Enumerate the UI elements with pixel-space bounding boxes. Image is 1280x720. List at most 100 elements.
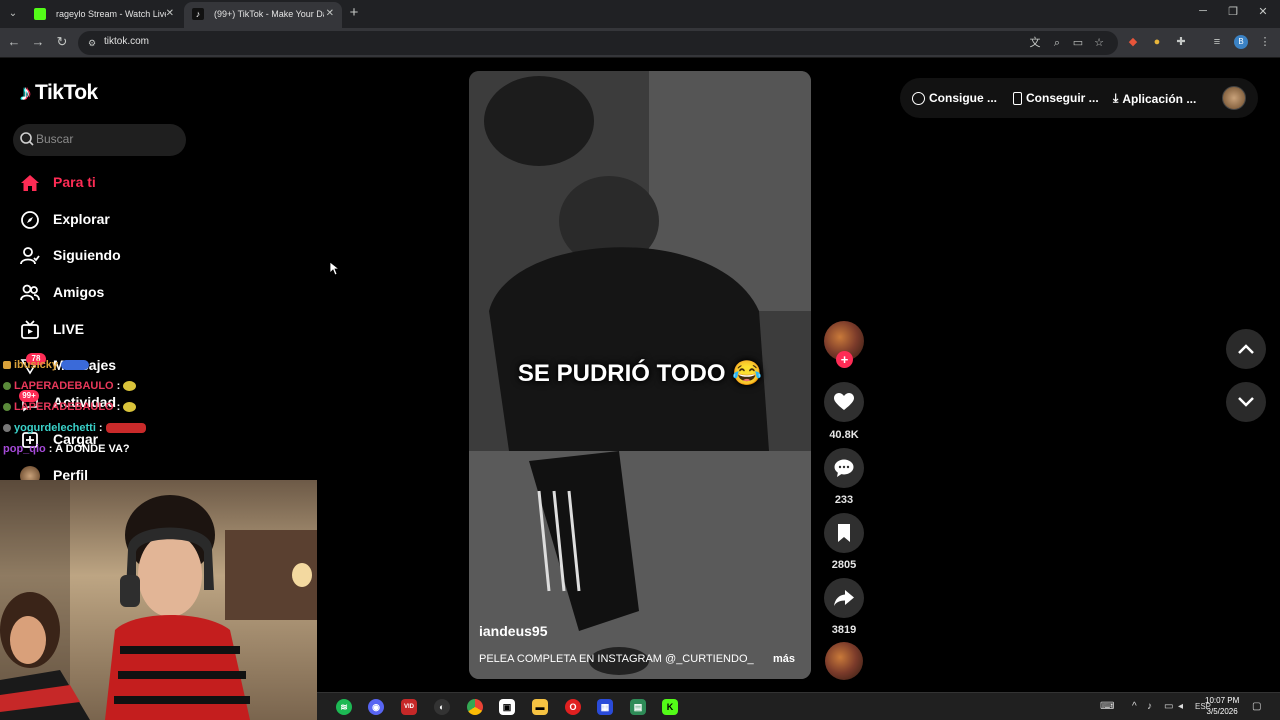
notification-icon[interactable]: ▢ [1252,701,1261,712]
new-tab-button[interactable]: + [347,4,361,21]
chat-user: pop_qio [3,443,46,455]
reload-icon[interactable]: ↻ [54,34,70,50]
bookmark-icon [838,524,850,542]
heart-icon [834,393,854,410]
webcam-scene [0,480,317,720]
save-button[interactable] [824,513,864,553]
clock-date: 3/5/2026 [1206,707,1238,716]
windows-taskbar: ≋ ◉ VID ◐ ▣ ▬ O ▦ ▤ K ⌨ ^ ♪ ▭ ◂ ESP ▢ [317,692,1280,720]
cast-icon[interactable]: ▭ [1071,36,1085,50]
video-player[interactable]: SE PUDRIÓ TODO 😂 iandeus95 PELEA COMPLET… [469,71,811,679]
obs-icon[interactable]: ◐ [434,699,450,715]
network-icon[interactable]: ▭ [1164,701,1173,712]
emote-icon [61,360,90,370]
chrome-icon[interactable] [467,699,483,715]
follow-button[interactable]: + [836,351,853,368]
zoom-icon[interactable]: ⌕ [1050,36,1064,50]
header-link-label: Aplicación ... [1122,91,1197,106]
tiktok-note-icon: ♪ [20,80,31,105]
nav-item-live[interactable]: LIVE [20,318,84,342]
comment-button[interactable] [824,448,864,488]
following-icon [20,246,40,266]
site-info-icon[interactable]: ⚙ [86,37,98,49]
share-button[interactable] [824,578,864,618]
chevron-up-icon [1238,344,1254,354]
chat-message: yogurdelechetti : [3,422,146,434]
app-blue-icon[interactable]: ▦ [597,699,613,715]
share-icon [834,590,854,606]
url-text[interactable]: tiktok.com [104,36,149,47]
home-icon [20,173,40,193]
browser-menu-icon[interactable]: ⋮ [1258,35,1272,49]
search-bar[interactable]: Buscar [13,124,186,156]
terminal-icon[interactable]: ▣ [499,699,515,715]
logo-text: TikTok [35,81,98,104]
forward-icon[interactable]: → [30,34,46,50]
volume-icon[interactable]: ♪ [1147,701,1152,712]
chat-text: : [116,401,121,413]
nav-label: Amigos [53,284,105,300]
nav-item-explorar[interactable]: Explorar [20,208,110,232]
share-count: 3819 [831,624,857,636]
extensions-puzzle-icon[interactable]: ✚ [1174,35,1188,49]
user-avatar[interactable] [1222,86,1246,110]
browser-toolbar: ← → ↻ ⚙ tiktok.com 文 ⌕ ▭ ☆ ◆ ● ✚ ≡ ⋮ [0,28,1280,58]
download-app-link[interactable]: ⤓ Aplicación ... [1113,91,1196,106]
chat-message: LAPERADEBAULO : [3,401,137,413]
get-coins-link[interactable]: Consigue ... [912,91,997,105]
tab-title: rageylo Stream - Watch Live on [56,9,166,19]
tray-expand-icon[interactable]: ^ [1132,701,1137,712]
chat-user: LAPERADEBAULO [14,380,114,392]
bookmark-star-icon[interactable]: ☆ [1092,36,1106,50]
video-author[interactable]: iandeus95 [479,623,547,639]
keyboard-icon[interactable]: ⌨ [1100,701,1114,712]
media-controls-icon[interactable]: ≡ [1210,35,1224,49]
previous-video-button[interactable] [1226,329,1266,369]
live-icon [20,320,40,340]
tiktok-favicon-icon: ♪ [192,8,204,20]
discord-icon[interactable]: ◉ [368,699,384,715]
nav-label: LIVE [53,321,85,337]
like-count: 40.8K [829,429,859,441]
chevron-down-icon [1238,397,1254,407]
opera-icon[interactable]: O [565,699,581,715]
close-window-icon[interactable]: ✕ [1256,5,1270,18]
restore-icon[interactable]: ❐ [1226,5,1240,18]
kick-icon[interactable]: K [662,699,678,715]
file-explorer-icon[interactable]: ▬ [532,699,548,715]
chat-message: LAPERADEBAULO : [3,380,137,392]
app-green-icon[interactable]: ▤ [630,699,646,715]
nav-label: Explorar [53,211,110,227]
tab-kick[interactable]: rageylo Stream - Watch Live on ✕ [26,2,182,28]
browser-profile-avatar[interactable]: B [1234,35,1248,49]
tab-close-icon[interactable]: ✕ [326,2,334,26]
nav-item-para-ti[interactable]: Para ti [20,171,96,195]
more-link[interactable]: más [773,653,795,665]
address-bar[interactable]: ⚙ tiktok.com 文 ⌕ ▭ ☆ [78,31,1118,55]
next-video-button[interactable] [1226,382,1266,422]
get-app-link[interactable]: Conseguir ... [1013,91,1099,105]
chat-user: LAPERADEBAULO [14,401,114,413]
tab-tiktok[interactable]: ♪ (99+) TikTok - Make Your Day ✕ [184,2,342,28]
chat-user: ibusicky [14,359,59,371]
tiktok-logo[interactable]: ♪ TikTok [20,80,98,106]
streamer-webcam [0,480,317,720]
extension-fox-icon[interactable]: ◆ [1126,35,1140,49]
taskbar-clock[interactable]: 10:07 PM 3/5/2026 [1205,695,1239,717]
spotify-icon[interactable]: ≋ [336,699,352,715]
badge-icon [3,361,11,369]
search-input[interactable]: Buscar [36,132,73,146]
badge-icon [3,403,11,411]
extension-color-icon[interactable]: ● [1150,35,1164,49]
video-editor-icon[interactable]: VID [401,699,417,715]
nav-item-siguiendo[interactable]: Siguiendo [20,244,121,268]
nav-item-amigos[interactable]: Amigos [20,281,104,305]
tab-close-icon[interactable]: ✕ [166,2,174,26]
translate-icon[interactable]: 文 [1028,36,1042,50]
tab-search-button[interactable]: ⌄ [4,5,22,23]
like-button[interactable] [824,382,864,422]
back-icon[interactable]: ← [6,34,22,50]
minimize-icon[interactable]: ─ [1196,5,1210,17]
sound-icon[interactable]: ◂ [1178,701,1183,712]
sound-disc-avatar[interactable] [825,642,863,680]
